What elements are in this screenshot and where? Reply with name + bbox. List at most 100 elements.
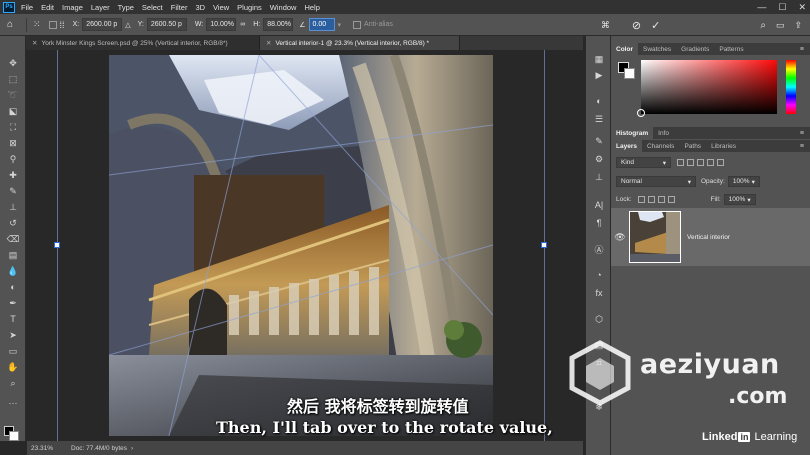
height-field[interactable]: 88.00% [263,18,294,31]
eraser-tool-icon[interactable]: ⌫ [3,232,23,246]
x-field[interactable]: 2600.00 p [82,18,123,31]
panel-menu-icon[interactable]: ≡ [800,127,804,139]
pixel-filter-icon[interactable] [677,159,684,166]
adjustment-filter-icon[interactable] [687,159,694,166]
degree-dropdown-icon[interactable]: ▾ [338,21,342,29]
zoom-level[interactable]: 23.31% [31,445,71,452]
paragraph-panel-icon[interactable]: ¶ [591,216,607,230]
clone-stamp-tool-icon[interactable]: ⊥ [3,200,23,214]
timeline-panel-icon[interactable]: ◔ [591,268,607,282]
lasso-tool-icon[interactable]: ➰ [3,88,23,102]
tab-color[interactable]: Color [611,43,638,55]
more-tools-icon[interactable]: ··· [3,396,23,410]
status-arrow-icon[interactable]: › [131,445,133,452]
tab-document-2[interactable]: ✕ Vertical interior-1 @ 23.3% (Vertical … [260,36,460,50]
tab-channels[interactable]: Channels [642,140,679,152]
layer-item[interactable]: 👁 Vertical interior [611,208,810,266]
layer-name[interactable]: Vertical interior [687,234,730,241]
width-field[interactable]: 10.00% [206,18,237,31]
menu-layer[interactable]: Layer [91,3,110,12]
search-icon[interactable]: ⌕ [760,20,766,31]
color-picker-cursor[interactable] [637,109,645,117]
frame-tool-icon[interactable]: ⊠ [3,136,23,150]
panel-menu-icon[interactable]: ≡ [800,43,804,55]
blur-tool-icon[interactable]: 💧 [3,264,23,278]
lock-pixels-icon[interactable] [637,196,645,203]
hue-slider[interactable] [786,60,796,114]
menu-image[interactable]: Image [62,3,83,12]
home-icon[interactable]: ⌂ [0,19,20,30]
share-icon[interactable]: ⇪ [794,20,802,31]
path-selection-tool-icon[interactable]: ➤ [3,328,23,342]
menu-help[interactable]: Help [304,3,319,12]
close-tab-icon[interactable]: ✕ [32,39,37,47]
transform-handle-left[interactable] [54,242,60,248]
brushes-panel-icon[interactable]: ✎ [591,134,607,148]
dodge-tool-icon[interactable]: ◐ [3,280,23,294]
tab-swatches[interactable]: Swatches [638,43,676,55]
pen-tool-icon[interactable]: ✒ [3,296,23,310]
warp-icon[interactable]: ⌘ [601,20,610,31]
background-color-chip[interactable] [624,68,635,79]
maximize-icon[interactable]: ☐ [778,2,786,13]
object-select-tool-icon[interactable]: ⬕ [3,104,23,118]
type-tool-icon[interactable]: T [3,312,23,326]
smart-object-filter-icon[interactable] [717,159,724,166]
minimize-icon[interactable]: — [757,2,766,12]
menu-edit[interactable]: Edit [41,3,54,12]
healing-brush-tool-icon[interactable]: ✚ [3,168,23,182]
panel-menu-icon[interactable]: ≡ [800,140,804,152]
menu-select[interactable]: Select [142,3,163,12]
canvas-area[interactable] [27,50,583,441]
visibility-eye-icon[interactable]: 👁 [611,232,629,243]
color-picker-field[interactable] [641,60,777,114]
tab-info[interactable]: Info [653,127,674,139]
hand-tool-icon[interactable]: ✋ [3,360,23,374]
background-color-swatch[interactable] [9,431,19,441]
cathedral-photo[interactable] [109,55,493,436]
type-filter-icon[interactable] [697,159,704,166]
opacity-field[interactable]: 100% ▾ [727,176,760,187]
tab-libraries[interactable]: Libraries [706,140,741,152]
lock-all-icon[interactable] [667,196,675,203]
blend-mode-select[interactable]: Normal ▾ [616,176,696,187]
marquee-tool-icon[interactable]: ⬚ [3,72,23,86]
tab-patterns[interactable]: Patterns [714,43,748,55]
antialias-checkbox[interactable] [353,20,362,29]
move-tool-icon[interactable]: ✥ [3,56,23,70]
menu-filter[interactable]: Filter [171,3,188,12]
cancel-transform-icon[interactable]: ⊘ [632,19,641,32]
glyphs-panel-icon[interactable]: Ⓐ [591,242,607,256]
lock-artboard-icon[interactable] [657,196,665,203]
menu-file[interactable]: File [21,3,33,12]
reference-point-icon[interactable]: ⁙ [33,19,41,30]
link-icon[interactable]: ∞ [240,21,245,28]
rotate-field[interactable]: 0.00 [308,18,335,31]
shape-filter-icon[interactable] [707,159,714,166]
close-tab-icon[interactable]: ✕ [266,39,271,47]
close-icon[interactable]: ✕ [798,2,806,13]
kind-filter-select[interactable]: Kind ▾ [616,157,671,168]
history-brush-tool-icon[interactable]: ↺ [3,216,23,230]
menu-type[interactable]: Type [118,3,134,12]
fill-field[interactable]: 100% ▾ [723,194,756,205]
tab-layers[interactable]: Layers [611,140,642,152]
eyedropper-tool-icon[interactable]: ⚲ [3,152,23,166]
crop-tool-icon[interactable]: ⛶ [3,120,23,134]
tab-histogram[interactable]: Histogram [611,127,654,139]
reference-point-checkbox[interactable] [48,20,57,29]
y-field[interactable]: 2600.50 p [146,18,187,31]
menu-plugins[interactable]: Plugins [237,3,262,12]
brush-settings-panel-icon[interactable]: ⚙ [591,152,607,166]
fx-panel-icon[interactable]: fx [591,286,607,300]
properties-panel-icon[interactable]: ☰ [591,112,607,126]
tab-gradients[interactable]: Gradients [676,43,714,55]
transform-handle-right[interactable] [541,242,547,248]
tab-document-1[interactable]: ✕ York Minster Kings Screen.psd @ 25% (V… [26,36,260,50]
commit-transform-icon[interactable]: ✓ [651,19,660,32]
gradient-tool-icon[interactable]: ▤ [3,248,23,262]
delta-icon[interactable]: △ [125,21,130,29]
menu-window[interactable]: Window [270,3,297,12]
actions-panel-icon[interactable]: ▶ [591,68,607,82]
rectangle-tool-icon[interactable]: ▭ [3,344,23,358]
